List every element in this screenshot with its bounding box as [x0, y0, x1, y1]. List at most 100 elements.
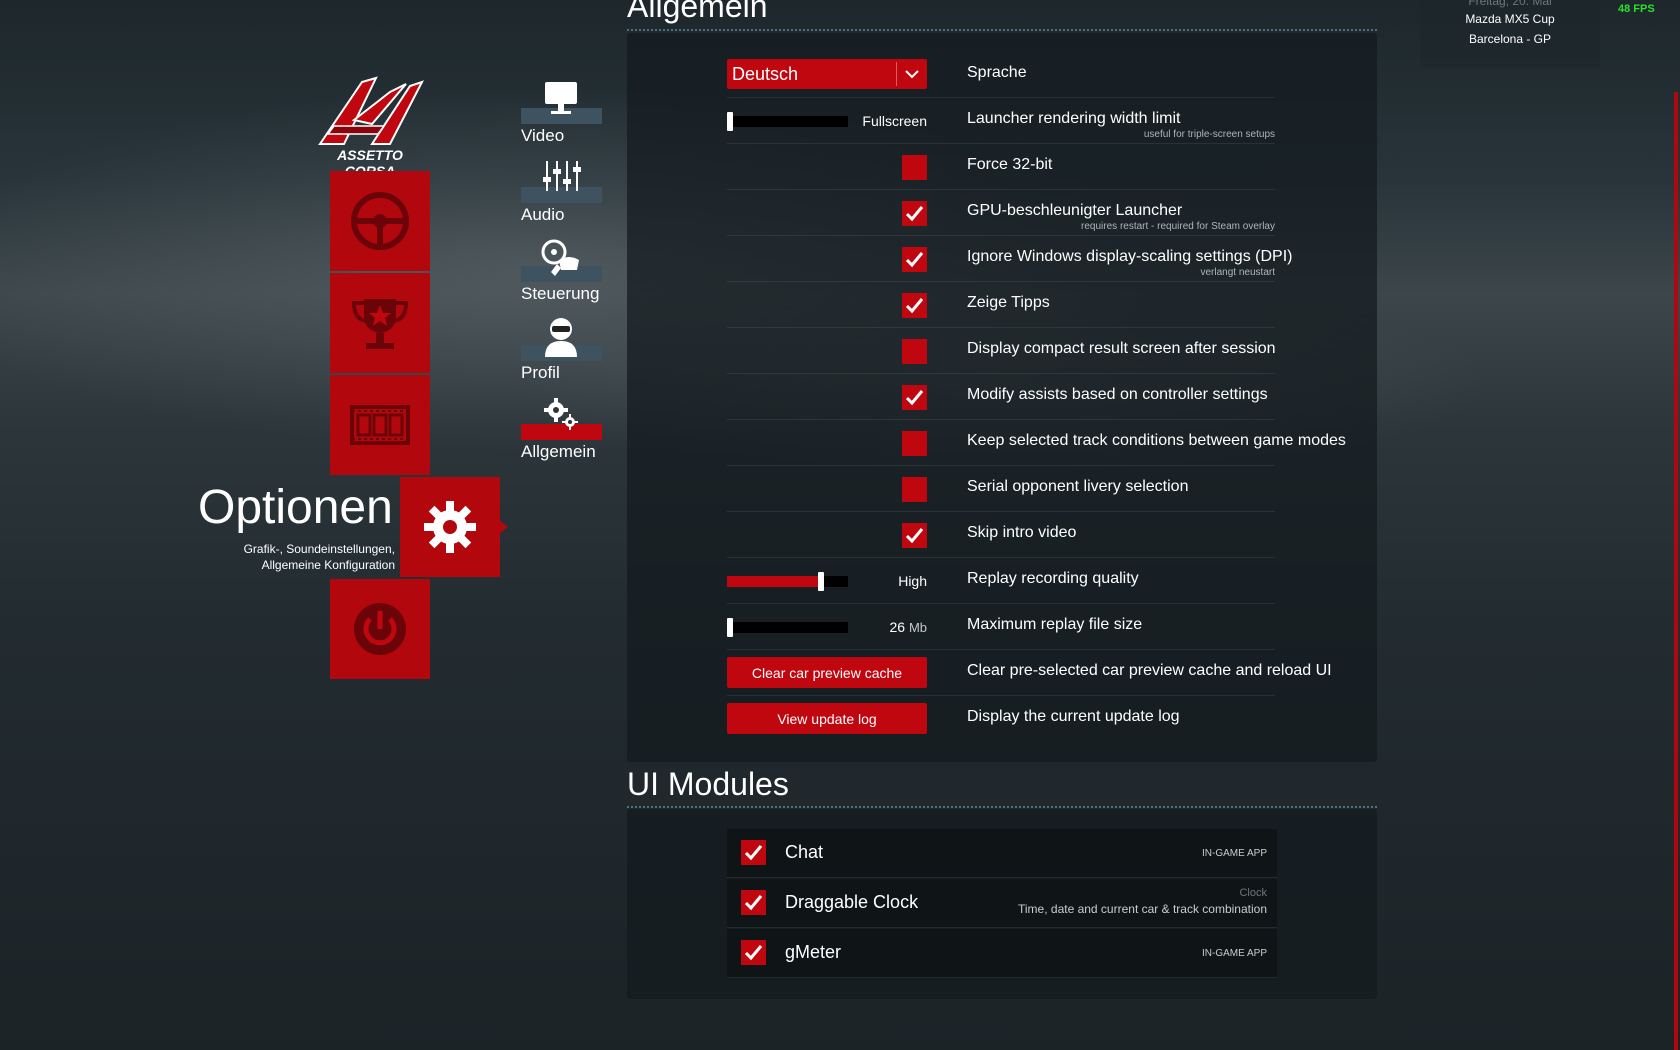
module-name: Draggable Clock [785, 892, 919, 912]
logo-emblem-icon [318, 76, 425, 145]
options-subtitle-line1: Grafik-, Soundeinstellungen, [243, 542, 395, 556]
menu-tile-replays[interactable] [330, 375, 430, 475]
subnav-profil[interactable]: Profil [521, 317, 603, 383]
module-row-chat[interactable]: Chat IN-GAME APP [727, 829, 1277, 878]
module-checkbox[interactable] [741, 840, 766, 865]
driver-helmet-icon [545, 318, 577, 357]
monitor-icon [545, 82, 577, 114]
gpu-launcher-checkbox[interactable] [902, 201, 927, 226]
setting-label: GPU-beschleunigter Launcher [967, 202, 1183, 219]
options-subtitle: Grafik-, Soundeinstellungen, Allgemeine … [210, 541, 395, 573]
setting-sublabel: useful for triple-screen setups [1143, 129, 1275, 140]
checkmark-icon [905, 390, 924, 406]
module-checkbox[interactable] [741, 890, 766, 915]
checkmark-icon [744, 895, 763, 911]
force-32bit-checkbox[interactable] [902, 155, 927, 180]
module-row-gmeter[interactable]: gMeter IN-GAME APP [727, 929, 1277, 978]
options-subtitle-line2: Allgemeine Konfiguration [261, 558, 395, 572]
mixer-sliders-icon [543, 161, 581, 191]
section-divider [627, 806, 1377, 808]
setting-row-force-32bit: Force 32-bit [727, 144, 1275, 190]
slider-fill [727, 576, 821, 587]
module-checkbox[interactable] [741, 940, 766, 965]
setting-label: Maximum replay file size [967, 616, 1143, 633]
keep-track-checkbox[interactable] [902, 431, 927, 456]
compact-result-checkbox[interactable] [902, 339, 927, 364]
subnav-label: Steuerung [521, 284, 600, 303]
checkmark-icon [744, 945, 763, 961]
subnav-label: Profil [521, 363, 560, 382]
options-title: Optionen [198, 481, 393, 534]
film-strip-icon [350, 405, 410, 445]
slider-thumb[interactable] [818, 572, 824, 591]
controllers-icon [541, 239, 579, 276]
setting-row-compact-result: Display compact result screen after sess… [727, 328, 1276, 374]
replay-size-slider[interactable] [727, 618, 848, 637]
setting-label: Clear pre-selected car preview cache and… [967, 662, 1332, 679]
session-car: Mazda MX5 Cup [1465, 12, 1555, 26]
setting-row-language: Deutsch Sprache [727, 52, 1275, 98]
gears-icon [544, 398, 578, 430]
scrollbar-indicator[interactable] [1674, 92, 1678, 1050]
setting-row-update-log: View update log Display the current upda… [727, 696, 1275, 742]
session-info-panel: Freitag, 20. Mai Mazda MX5 Cup Barcelona… [1420, 0, 1600, 68]
chevron-down-icon [897, 69, 927, 79]
menu-tile-options[interactable] [400, 477, 508, 577]
skip-intro-checkbox[interactable] [902, 523, 927, 548]
replay-size-value: 26 Mb [853, 619, 927, 635]
replay-quality-slider[interactable] [727, 572, 848, 591]
module-description: Time, date and current car & track combi… [1018, 902, 1267, 916]
subnav-allgemein[interactable]: Allgemein [521, 396, 603, 462]
clear-cache-button[interactable]: Clear car preview cache [727, 657, 927, 688]
session-date: Freitag, 20. Mai [1468, 0, 1552, 8]
subnav-audio[interactable]: Audio [521, 159, 603, 225]
setting-label: Modify assists based on controller setti… [967, 386, 1268, 403]
slider-thumb[interactable] [727, 618, 733, 637]
setting-label: Display compact result screen after sess… [967, 340, 1276, 357]
setting-sublabel: requires restart - required for Steam ov… [1081, 221, 1275, 232]
language-dropdown[interactable]: Deutsch [727, 59, 927, 89]
gear-icon [424, 501, 476, 553]
serial-livery-checkbox[interactable] [902, 477, 927, 502]
setting-label: Keep selected track conditions between g… [967, 432, 1346, 449]
show-tips-checkbox[interactable] [902, 293, 927, 318]
section-title-ui-modules: UI Modules [627, 766, 789, 802]
setting-row-ignore-dpi: Ignore Windows display-scaling settings … [727, 236, 1292, 282]
subnav-steuerung[interactable]: Steuerung [521, 238, 603, 304]
section-title-allgemein: Allgemein [627, 0, 768, 24]
ignore-dpi-checkbox[interactable] [902, 247, 927, 272]
menu-tile-quit[interactable] [330, 579, 430, 679]
setting-row-replay-quality: High Replay recording quality [727, 558, 1275, 604]
render-width-slider[interactable] [727, 112, 848, 131]
view-update-log-button[interactable]: View update log [727, 703, 927, 734]
menu-tile-drive[interactable] [330, 171, 430, 271]
replay-size-unit: Mb [908, 620, 927, 635]
language-value: Deutsch [732, 63, 799, 84]
module-row-draggable-clock[interactable]: Draggable Clock Clock Time, date and cur… [727, 879, 1277, 928]
setting-label: Zeige Tipps [967, 294, 1050, 311]
setting-row-render-width: Fullscreen Launcher rendering width limi… [727, 98, 1275, 144]
subnav-label: Video [521, 126, 565, 145]
modify-assists-checkbox[interactable] [902, 385, 927, 410]
setting-row-show-tips: Zeige Tipps [727, 282, 1275, 328]
module-name: Chat [785, 842, 824, 862]
setting-label: Sprache [967, 64, 1027, 81]
checkmark-icon [905, 206, 924, 222]
render-width-value: Fullscreen [862, 113, 927, 129]
subnav-video[interactable]: Video [521, 80, 603, 146]
setting-label: Ignore Windows display-scaling settings … [967, 248, 1293, 265]
module-tag: IN-GAME APP [1201, 948, 1267, 959]
module-tag: IN-GAME APP [1201, 848, 1267, 859]
setting-label: Replay recording quality [967, 570, 1139, 587]
setting-row-gpu-launcher: GPU-beschleunigter Launcher requires res… [727, 190, 1275, 236]
power-icon [354, 603, 406, 655]
subnav-label: Audio [521, 205, 565, 224]
setting-row-keep-track: Keep selected track conditions between g… [727, 420, 1346, 466]
module-name: gMeter [785, 942, 842, 962]
section-divider [627, 29, 1377, 31]
menu-tile-championships[interactable] [330, 273, 430, 373]
steering-wheel-icon [351, 192, 409, 250]
setting-row-replay-size: 26 Mb Maximum replay file size [727, 604, 1275, 650]
slider-thumb[interactable] [727, 112, 733, 131]
setting-row-skip-intro: Skip intro video [727, 512, 1275, 558]
